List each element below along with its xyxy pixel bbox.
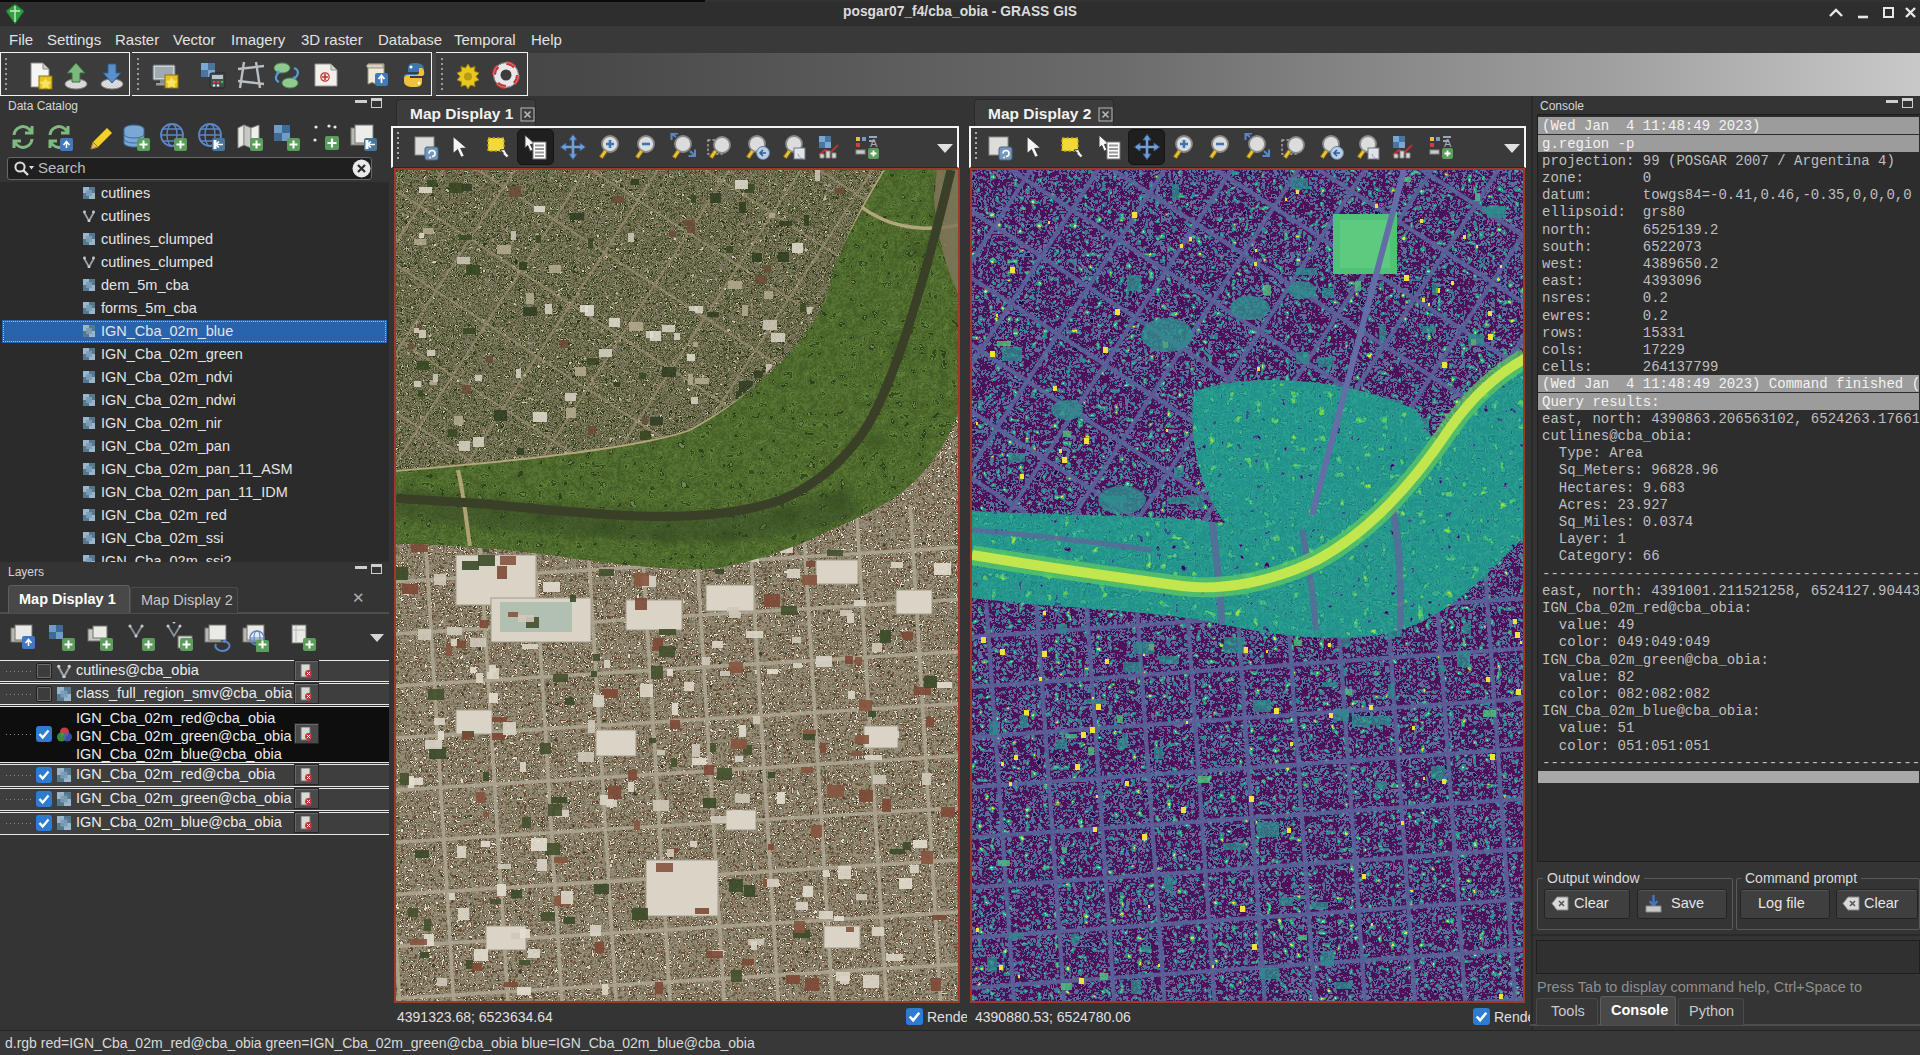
svg-text:A: A (1444, 137, 1452, 149)
svg-text:A: A (870, 137, 878, 149)
